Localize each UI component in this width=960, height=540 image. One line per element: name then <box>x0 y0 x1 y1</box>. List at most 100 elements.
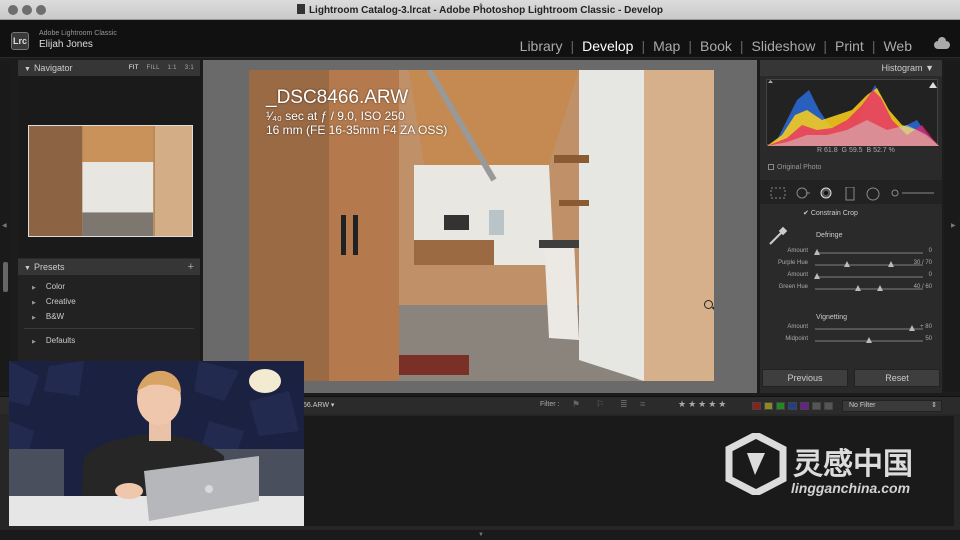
defringe-slider-knob[interactable] <box>814 249 821 255</box>
navigator-header[interactable]: ▼ Navigator FIT FILL 1:1 3:1 <box>18 60 200 76</box>
reject-flag-icon[interactable]: ⚐ <box>596 399 604 410</box>
photo-filename: _DSC8466.ARW <box>266 87 409 108</box>
defringe-slider-row[interactable]: Purple Hue 30 / 70 <box>760 260 942 270</box>
color-label-swatch[interactable] <box>788 402 797 410</box>
bottom-panel-toggle-icon[interactable]: ▼ <box>478 532 484 538</box>
module-map[interactable]: Map <box>645 38 688 54</box>
defringe-slider-value[interactable]: 40 / 60 <box>906 284 932 290</box>
main-photo[interactable]: _DSC8466.ARW ¹⁄₄₀ sec at ƒ / 9.0, ISO 25… <box>249 70 714 381</box>
expand-triangle-icon: ▶ <box>32 285 36 291</box>
collapse-triangle-icon: ▼ <box>24 265 31 272</box>
preset-group-color[interactable]: ▶ Color <box>18 279 200 294</box>
reset-button[interactable]: Reset <box>854 369 940 387</box>
previous-button[interactable]: Previous <box>762 369 848 387</box>
navigator-preview[interactable] <box>18 76 200 258</box>
left-scrollbar[interactable] <box>3 262 8 292</box>
zoom-1-1[interactable]: 1:1 <box>168 65 177 71</box>
red-eye-icon[interactable] <box>818 187 834 199</box>
histogram-header[interactable]: Histogram ▼ <box>760 60 942 76</box>
webcam-overlay <box>9 361 304 526</box>
add-preset-button[interactable]: + <box>188 259 194 275</box>
defringe-slider-label: Amount <box>787 248 808 254</box>
color-label-swatch[interactable] <box>776 402 785 410</box>
preset-group-defaults[interactable]: ▶ Defaults <box>18 333 200 348</box>
graduated-filter-icon[interactable] <box>844 187 856 201</box>
vignette-slider-label: Amount <box>787 324 808 330</box>
defringe-slider-knob[interactable] <box>844 261 851 267</box>
color-label-swatch[interactable] <box>752 402 761 410</box>
presets-list: ▶ Color ▶ Creative ▶ B&W ▶ Defaults <box>18 275 200 375</box>
module-picker: Library | Develop | Map | Book | Slideshow | … <box>512 36 920 56</box>
right-panel-toggle-icon[interactable]: ▶ <box>951 222 956 229</box>
sort-filter-icon[interactable]: ≡ <box>640 399 645 409</box>
module-slideshow[interactable]: Slideshow <box>744 38 824 54</box>
document-icon <box>296 4 305 14</box>
top-panel-toggle-icon[interactable]: ▲ <box>478 2 484 8</box>
vignette-slider-value[interactable]: + 80 <box>906 324 932 330</box>
module-web[interactable]: Web <box>875 38 920 54</box>
star-rating-filter[interactable]: ★★★★★ <box>678 399 728 410</box>
left-panel-toggle-icon[interactable]: ◀ <box>2 222 7 229</box>
color-label-swatch[interactable] <box>824 402 833 410</box>
spot-removal-icon[interactable] <box>794 187 810 199</box>
expand-triangle-icon: ▶ <box>32 339 36 345</box>
vignette-slider-knob[interactable] <box>866 337 872 343</box>
zoom-fill[interactable]: FILL <box>147 65 160 71</box>
filter-preset-select[interactable]: No Filter ⇕ <box>842 400 942 412</box>
cloud-sync-icon[interactable] <box>934 37 950 49</box>
module-print[interactable]: Print <box>827 38 872 54</box>
checkmark-icon: ✔ <box>803 210 809 217</box>
zoom-fit[interactable]: FIT <box>129 65 139 71</box>
radial-filter-icon[interactable] <box>866 187 880 201</box>
defringe-slider-row[interactable]: Amount 0 <box>760 272 942 282</box>
zoom-cursor-icon <box>704 300 713 309</box>
original-photo-toggle[interactable]: Original Photo <box>768 164 821 171</box>
color-label-swatch[interactable] <box>812 402 821 410</box>
constrain-crop-checkbox[interactable]: ✔ Constrain Crop <box>803 209 858 217</box>
filmstrip-filename[interactable]: 66.ARW ▾ <box>303 401 334 409</box>
defringe-slider-knob[interactable] <box>855 285 862 291</box>
filter-label: Filter : <box>540 401 560 408</box>
color-label-swatch[interactable] <box>800 402 809 410</box>
module-library[interactable]: Library <box>512 38 571 54</box>
histogram[interactable] <box>766 79 939 146</box>
defringe-slider-label: Amount <box>787 272 808 278</box>
defringe-slider-value[interactable]: 0 <box>906 272 932 278</box>
preset-group-creative[interactable]: ▶ Creative <box>18 294 200 309</box>
eyedropper-icon[interactable] <box>768 226 788 246</box>
adjustment-brush-icon[interactable] <box>890 187 936 199</box>
defringe-slider-knob[interactable] <box>814 273 821 279</box>
flag-icon[interactable]: ⚑ <box>572 399 580 410</box>
exposure-settings: sec at ƒ / 9.0, ISO 250 <box>285 109 405 123</box>
presets-header[interactable]: ▼ Presets + <box>18 259 200 275</box>
divider <box>24 328 194 329</box>
vignette-slider-label: Midpoint <box>785 336 808 342</box>
rating-filter-icon[interactable]: ≣ <box>620 399 628 410</box>
zoom-3-1[interactable]: 3:1 <box>185 65 194 71</box>
select-arrows-icon: ⇕ <box>931 402 937 409</box>
develop-tool-strip <box>760 180 942 204</box>
defringe-slider-label: Green Hue <box>778 284 808 290</box>
defringe-slider-row[interactable]: Green Hue 40 / 60 <box>760 284 942 294</box>
collapse-triangle-icon: ▼ <box>24 66 31 73</box>
b-value: 52.7 <box>873 147 887 154</box>
defringe-slider-knob[interactable] <box>887 261 894 267</box>
module-book[interactable]: Book <box>692 38 740 54</box>
preset-group-bw[interactable]: ▶ B&W <box>18 309 200 324</box>
lens-info: 16 mm (FE 16-35mm F4 ZA OSS) <box>266 123 448 137</box>
vignette-slider-value[interactable]: 50 <box>906 336 932 342</box>
defringe-slider-row[interactable]: Amount 0 <box>760 248 942 258</box>
lrc-logo: Lrc <box>11 32 29 50</box>
color-label-swatch[interactable] <box>764 402 773 410</box>
navigator-thumbnail[interactable] <box>28 125 193 237</box>
vignette-slider-row[interactable]: Amount + 80 <box>760 324 942 334</box>
loupe-viewer[interactable]: _DSC8466.ARW ¹⁄₄₀ sec at ƒ / 9.0, ISO 25… <box>203 60 757 393</box>
crop-overlay-icon[interactable] <box>770 187 786 199</box>
presets-title: Presets <box>33 262 65 272</box>
defringe-slider-knob[interactable] <box>876 285 883 291</box>
watermark-text: 灵感中国 <box>793 448 913 481</box>
module-develop[interactable]: Develop <box>574 38 641 54</box>
vignette-slider-row[interactable]: Midpoint 50 <box>760 336 942 346</box>
defringe-slider-value[interactable]: 0 <box>906 248 932 254</box>
defringe-slider-value[interactable]: 30 / 70 <box>906 260 932 266</box>
